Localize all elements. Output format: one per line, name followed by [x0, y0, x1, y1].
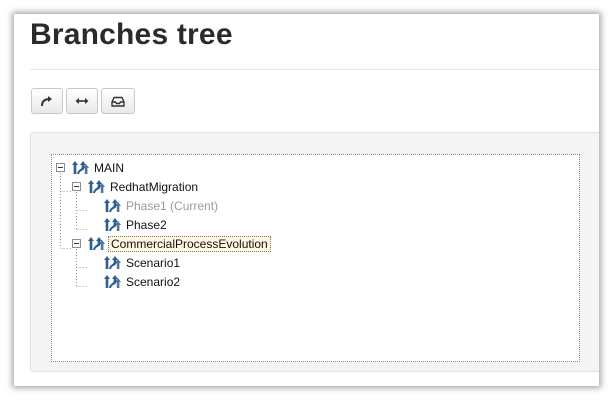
title-divider: [30, 69, 599, 70]
redo-arrow-icon: [41, 96, 52, 107]
branches-window: Branches tree MAIN RedhatMigration Phase…: [14, 14, 599, 386]
tree-panel: MAIN RedhatMigration Phase1 (Current) Ph…: [30, 132, 599, 372]
tree-node-redhatmigration[interactable]: RedhatMigration: [108, 179, 200, 195]
tree-node-scenario2[interactable]: Scenario2: [124, 274, 182, 290]
tree-node-commercialprocessevolution[interactable]: CommercialProcessEvolution: [108, 236, 271, 252]
collapse-toggle-commercialprocessevolution[interactable]: [72, 239, 81, 248]
branch-icon: [88, 178, 106, 194]
inbox-button[interactable]: [101, 88, 135, 114]
page-title: Branches tree: [30, 18, 233, 51]
branch-icon: [104, 273, 122, 289]
horizontal-arrows-icon: [75, 98, 89, 104]
branch-icon: [104, 216, 122, 232]
collapse-toggle-redhatmigration[interactable]: [72, 182, 81, 191]
branches-tree: MAIN RedhatMigration Phase1 (Current) Ph…: [51, 154, 580, 362]
inbox-tray-icon: [111, 96, 125, 107]
tree-node-phase1-current[interactable]: Phase1 (Current): [124, 198, 220, 214]
tree-node-scenario1[interactable]: Scenario1: [124, 255, 182, 271]
collapse-toggle-main[interactable]: [56, 163, 65, 172]
branch-icon: [88, 235, 106, 251]
tree-node-phase2[interactable]: Phase2: [124, 217, 169, 233]
branch-icon: [104, 254, 122, 270]
compare-button[interactable]: [66, 88, 98, 114]
branch-icon: [104, 197, 122, 213]
tree-node-main[interactable]: MAIN: [92, 160, 126, 176]
redo-button[interactable]: [31, 88, 63, 114]
branch-icon: [72, 159, 90, 175]
